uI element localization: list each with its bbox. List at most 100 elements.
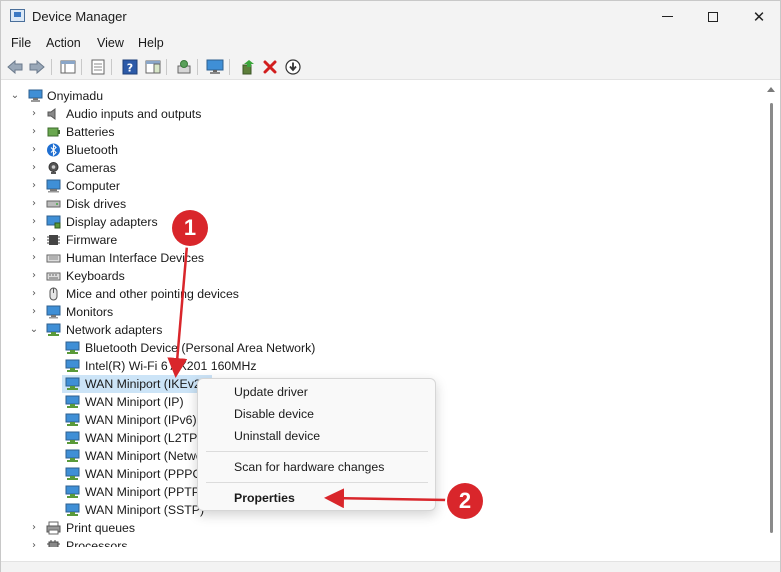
- network-adapter-icon: [65, 377, 80, 390]
- expand-chevron-icon[interactable]: ›: [28, 288, 40, 300]
- expand-chevron-icon[interactable]: ›: [28, 198, 40, 210]
- tree-category-label: Batteries: [66, 125, 115, 139]
- menu-view[interactable]: View: [97, 36, 124, 50]
- computer-icon: [46, 179, 61, 193]
- add-driver-button[interactable]: [239, 58, 257, 76]
- device-manager-window: Device Manager ✕ File Action View Help ?: [0, 0, 781, 572]
- menu-help[interactable]: Help: [138, 36, 164, 50]
- collapse-chevron-icon[interactable]: ⌄: [28, 324, 40, 336]
- tree-device-label: WAN Miniport (IKEv2): [85, 377, 205, 391]
- scan-hardware-button[interactable]: [175, 58, 193, 76]
- tree-root-row[interactable]: ⌄ Onyimadu: [1, 87, 763, 105]
- forward-icon: [29, 60, 45, 74]
- tree-category-audio-inputs[interactable]: › Audio inputs and outputs: [1, 105, 763, 123]
- keyboard-icon: [46, 272, 61, 281]
- expand-chevron-icon[interactable]: ›: [28, 108, 40, 120]
- network-adapter-icon: [65, 485, 80, 498]
- close-button[interactable]: ✕: [736, 1, 781, 32]
- scroll-thumb[interactable]: [770, 103, 773, 533]
- collapse-chevron-icon[interactable]: ⌄: [9, 90, 21, 102]
- vertical-scrollbar[interactable]: [763, 81, 780, 547]
- tree-category-computer[interactable]: › Computer: [1, 177, 763, 195]
- audio-icon: [47, 108, 56, 120]
- expand-chevron-icon[interactable]: ›: [28, 540, 40, 547]
- maximize-button[interactable]: [690, 1, 736, 32]
- uninstall-device-button[interactable]: [261, 58, 279, 76]
- minimize-icon: [661, 16, 673, 17]
- show-hide-tree-button[interactable]: [59, 58, 77, 76]
- tree-device-label: WAN Miniport (IPv6): [85, 413, 197, 427]
- tree-category-batteries[interactable]: › Batteries: [1, 123, 763, 141]
- tree-category-print-queues[interactable]: › Print queues: [1, 519, 763, 537]
- tree-category-disk-drives[interactable]: › Disk drives: [1, 195, 763, 213]
- close-icon: ✕: [752, 7, 766, 26]
- printer-icon: [46, 521, 61, 535]
- menu-uninstall-device[interactable]: Uninstall device: [234, 429, 320, 443]
- svg-text:?: ?: [127, 62, 133, 75]
- monitor-icon: [206, 59, 224, 74]
- menu-action[interactable]: Action: [46, 36, 81, 50]
- expand-chevron-icon[interactable]: ›: [28, 180, 40, 192]
- add-driver-icon: [242, 60, 254, 75]
- expand-chevron-icon[interactable]: ›: [28, 270, 40, 282]
- expand-chevron-icon[interactable]: ›: [28, 234, 40, 246]
- tree-category-display-adapters[interactable]: › Display adapters: [1, 213, 763, 231]
- back-icon: [7, 60, 23, 74]
- tree-device-row[interactable]: Intel(R) Wi-Fi 6 AX201 160MHz: [1, 357, 763, 375]
- tree-category-label: Firmware: [66, 233, 118, 247]
- expand-chevron-icon[interactable]: ›: [28, 216, 40, 228]
- mouse-icon: [49, 287, 58, 301]
- tree-category-label: Disk drives: [66, 197, 127, 211]
- expand-chevron-icon[interactable]: ›: [28, 252, 40, 264]
- tree-category-cameras[interactable]: › Cameras: [1, 159, 763, 177]
- tree-category-label: Audio inputs and outputs: [66, 107, 202, 121]
- network-adapter-icon: [65, 431, 80, 444]
- network-adapter-icon: [65, 341, 80, 354]
- action-pane-button[interactable]: [144, 58, 162, 76]
- menu-disable-device[interactable]: Disable device: [234, 407, 314, 421]
- properties-toolbar-button[interactable]: [89, 58, 107, 76]
- menu-scan-hardware[interactable]: Scan for hardware changes: [234, 460, 384, 474]
- scroll-up-arrow-icon[interactable]: [767, 87, 775, 92]
- expand-chevron-icon[interactable]: ›: [28, 144, 40, 156]
- camera-icon: [48, 162, 59, 174]
- menu-separator: [206, 451, 428, 452]
- tree-category-label: Keyboards: [66, 269, 125, 283]
- tree-category-monitors[interactable]: › Monitors: [1, 303, 763, 321]
- network-adapter-icon: [65, 395, 80, 408]
- expand-chevron-icon[interactable]: ›: [28, 306, 40, 318]
- uninstall-icon: [263, 60, 277, 74]
- tree-device-label: WAN Miniport (PPTP): [85, 485, 205, 499]
- tree-category-firmware[interactable]: › Firmware: [1, 231, 763, 249]
- tree-category-keyboards[interactable]: › Keyboards: [1, 267, 763, 285]
- menu-file[interactable]: File: [11, 36, 31, 50]
- tree-category-processors[interactable]: › Processors: [1, 537, 763, 547]
- monitor-button[interactable]: [206, 58, 224, 76]
- status-bar: [1, 561, 780, 572]
- network-adapter-icon: [65, 503, 80, 516]
- processor-icon: [47, 540, 60, 547]
- tree-category-label: Print queues: [66, 521, 136, 535]
- tree-category-network-adapters[interactable]: ⌄ Network adapters: [1, 321, 763, 339]
- tree-device-row[interactable]: Bluetooth Device (Personal Area Network): [1, 339, 763, 357]
- minimize-button[interactable]: [644, 1, 690, 32]
- tree-category-mice[interactable]: › Mice and other pointing devices: [1, 285, 763, 303]
- tree-category-bluetooth[interactable]: › Bluetooth: [1, 141, 763, 159]
- back-button[interactable]: [6, 58, 24, 76]
- forward-button[interactable]: [28, 58, 46, 76]
- expand-chevron-icon[interactable]: ›: [28, 522, 40, 534]
- tree-category-label: Human Interface Devices: [66, 251, 205, 265]
- expand-chevron-icon[interactable]: ›: [28, 162, 40, 174]
- menu-separator: [206, 482, 428, 483]
- tree-category-label: Processors: [66, 539, 128, 547]
- help-toolbar-button[interactable]: ?: [121, 58, 139, 76]
- tree-category-label: Bluetooth: [66, 143, 118, 157]
- tree-category-label: Mice and other pointing devices: [66, 287, 239, 301]
- expand-chevron-icon[interactable]: ›: [28, 126, 40, 138]
- tree-category-human-interface-devices[interactable]: › Human Interface Devices: [1, 249, 763, 267]
- tree-category-label: Computer: [66, 179, 120, 193]
- update-driver-button[interactable]: [284, 58, 302, 76]
- menu-update-driver[interactable]: Update driver: [234, 385, 308, 399]
- menu-properties[interactable]: Properties: [234, 491, 295, 505]
- network-adapter-icon: [65, 449, 80, 462]
